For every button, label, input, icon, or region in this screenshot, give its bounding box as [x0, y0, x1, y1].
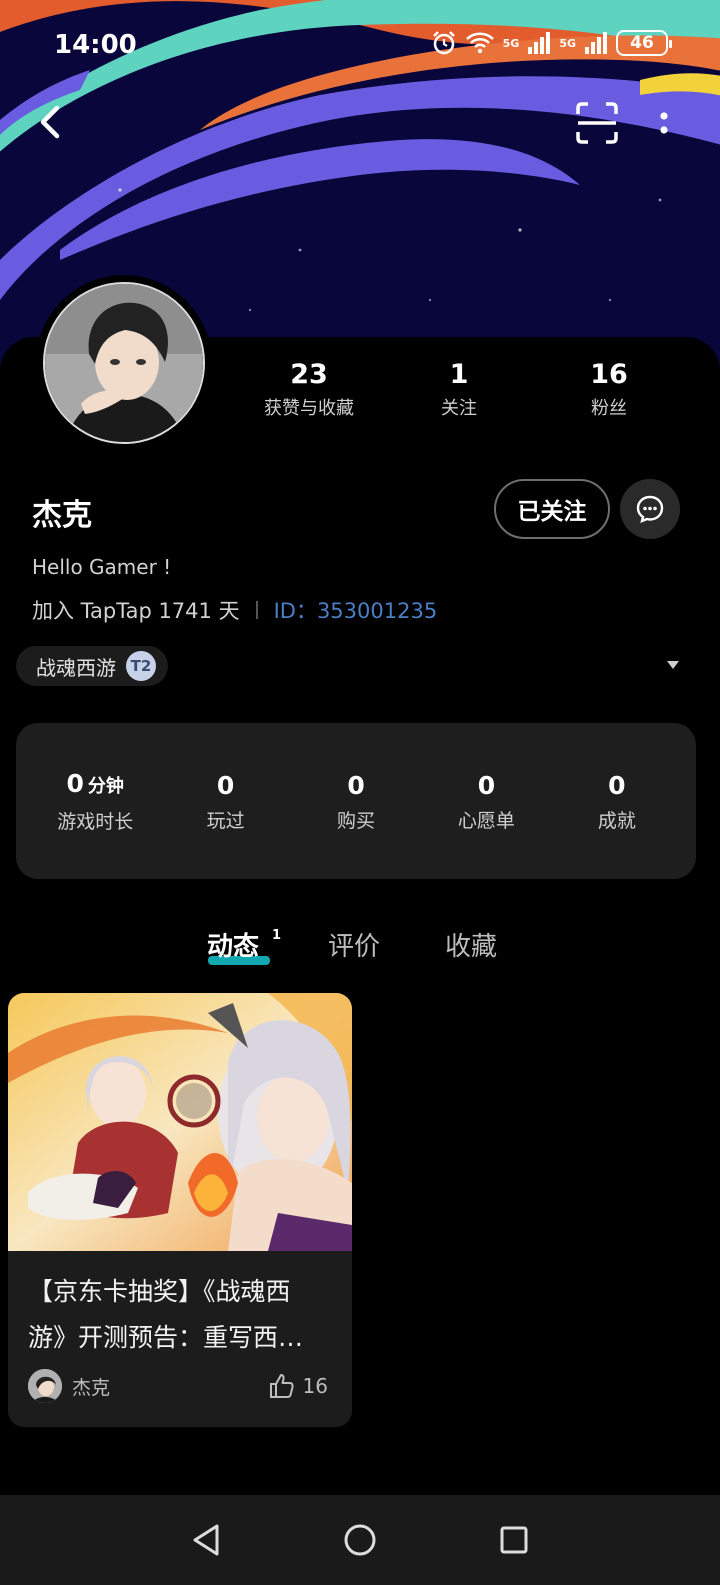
game-stat-value: 0: [608, 770, 626, 800]
post-like-button[interactable]: 16: [269, 1373, 328, 1399]
back-button[interactable]: [28, 100, 72, 144]
game-stat-played[interactable]: 0 玩过: [160, 770, 290, 833]
stat-label: 粉丝: [591, 398, 627, 419]
like-count: 16: [302, 1374, 328, 1398]
stat-value: 1: [449, 359, 469, 390]
message-button[interactable]: [620, 479, 680, 539]
stat-likes[interactable]: 23 获赞与收藏: [234, 358, 384, 420]
nav-back-button[interactable]: [179, 1513, 233, 1567]
post-title-line-2: 游》开测预告：重写西…: [28, 1323, 304, 1352]
following-button[interactable]: 已关注: [494, 479, 610, 539]
user-bio: Hello Gamer !: [32, 555, 172, 579]
signal-type-2: 5G: [559, 36, 576, 50]
post-card[interactable]: 【京东卡抽奖】《战魂西 游》开测预告：重写西… 杰克 16: [8, 993, 352, 1427]
game-stat-playtime[interactable]: 0 分钟 游戏时长: [30, 768, 160, 834]
scan-button[interactable]: [576, 102, 618, 144]
join-info: 加入 TapTap 1741 天 ID：353001235: [32, 595, 437, 625]
square-recents-icon: [500, 1526, 528, 1554]
game-chip[interactable]: 战魂西游 T2: [16, 646, 168, 686]
game-stat-label: 购买: [337, 809, 376, 832]
game-stat-unit: 分钟: [87, 776, 124, 797]
nav-recents-button[interactable]: [487, 1513, 541, 1567]
avatar-image: [45, 284, 203, 442]
signal-type-1: 5G: [502, 36, 520, 50]
t2-badge-icon: T2: [126, 651, 156, 681]
signal-bars-icon: [585, 32, 607, 54]
game-stats-card: 0 分钟 游戏时长 0 玩过 0 购买 0 心愿单 0 成就: [16, 723, 696, 879]
thumbs-up-icon: [269, 1374, 294, 1398]
game-stat-label: 心愿单: [457, 809, 515, 832]
tab-feed-count: 1: [272, 928, 282, 943]
game-stat-value: 0: [477, 770, 496, 800]
game-stat-label: 游戏时长: [57, 811, 134, 833]
tab-feed[interactable]: 动态: [207, 926, 259, 963]
chevron-left-icon: [40, 105, 60, 139]
post-title: 【京东卡抽奖】《战魂西 游》开测预告：重写西…: [28, 1269, 332, 1361]
circle-home-icon: [344, 1524, 376, 1556]
join-days: 加入 TapTap 1741 天: [32, 599, 240, 623]
wifi-icon: [465, 32, 494, 54]
nav-home-button[interactable]: [333, 1513, 387, 1567]
profile-screen: 14:00 5G 5G 46 23 获赞与收藏 1 关注 16 粉丝 杰克 已关…: [0, 0, 720, 1585]
game-stat-wishlist[interactable]: 0 心愿单: [421, 770, 551, 833]
divider: [255, 601, 258, 619]
tab-reviews[interactable]: 评价: [328, 926, 380, 963]
battery-indicator: 46: [616, 30, 672, 56]
game-stat-purchased[interactable]: 0 购买: [291, 770, 421, 833]
profile-stats: 23 获赞与收藏 1 关注 16 粉丝: [234, 358, 684, 420]
more-options-button[interactable]: [654, 106, 674, 142]
triangle-back-icon: [193, 1524, 219, 1556]
tab-favorites[interactable]: 收藏: [445, 926, 497, 963]
username: 杰克: [32, 498, 92, 533]
stat-value: 16: [590, 359, 628, 390]
signal-bars-icon: [528, 32, 551, 54]
post-cover-image: [8, 993, 352, 1251]
stat-label: 关注: [441, 398, 477, 419]
system-navigation-bar: [0, 1495, 720, 1585]
author-avatar: [28, 1369, 62, 1403]
game-stat-label: 成就: [597, 809, 636, 832]
game-stat-value: 0: [347, 770, 365, 800]
game-chip-label: 战魂西游: [36, 655, 116, 680]
status-time: 14:00: [54, 30, 137, 60]
post-title-line-1: 【京东卡抽奖】《战魂西: [28, 1277, 291, 1306]
content-tabs: 动态 评价 收藏: [0, 920, 720, 970]
post-author[interactable]: 杰克: [28, 1369, 110, 1403]
alarm-icon: [432, 31, 455, 55]
caret-down-icon[interactable]: [667, 661, 679, 669]
stat-value: 23: [290, 359, 328, 390]
stat-followers[interactable]: 16 粉丝: [534, 358, 684, 420]
stat-following[interactable]: 1 关注: [384, 358, 534, 420]
game-stat-label: 玩过: [206, 809, 245, 832]
status-icons: 5G 5G 46: [431, 30, 672, 56]
game-stat-achievements[interactable]: 0 成就: [552, 770, 682, 833]
user-id[interactable]: ID：353001235: [274, 595, 438, 625]
more-vertical-icon: [660, 112, 668, 134]
stat-label: 获赞与收藏: [264, 398, 354, 419]
scan-icon: [576, 102, 618, 144]
author-name: 杰克: [72, 1376, 111, 1399]
game-stat-value: 0: [216, 770, 235, 800]
game-stat-value: 0: [66, 769, 84, 798]
chat-bubble-icon: [636, 495, 664, 523]
user-avatar[interactable]: [36, 275, 212, 451]
status-bar: 14:00 5G 5G 46: [0, 0, 720, 90]
